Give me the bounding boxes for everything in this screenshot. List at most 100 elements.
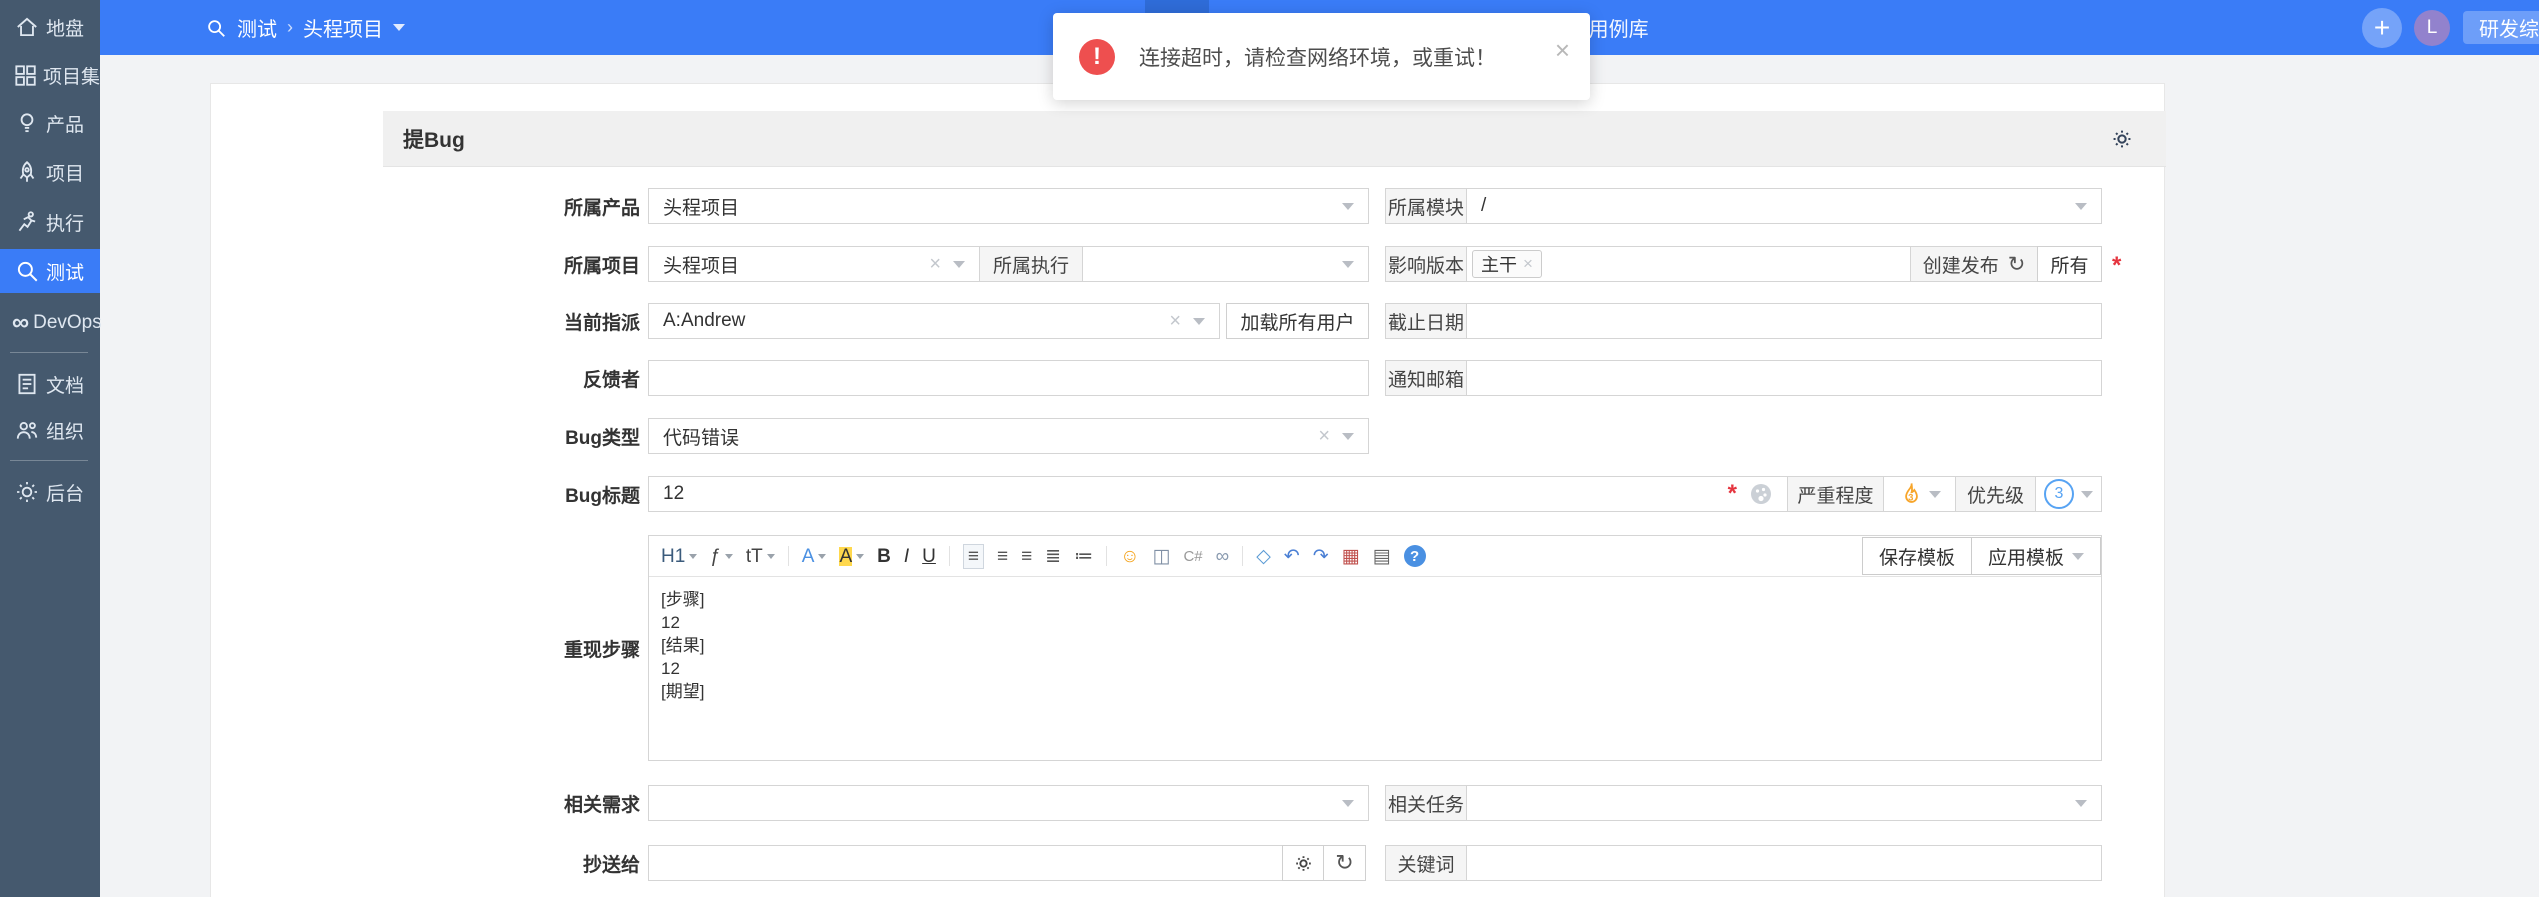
bold-icon[interactable]: B xyxy=(877,547,891,566)
text-color-icon[interactable]: A xyxy=(802,547,827,566)
document-icon[interactable]: ▤ xyxy=(1373,547,1391,566)
label-project: 所属项目 xyxy=(563,255,640,277)
project-rocket-icon xyxy=(12,159,42,185)
project-select[interactable]: 头程项目 × xyxy=(648,246,980,282)
product-select[interactable]: 头程项目 xyxy=(648,188,1369,224)
sidebar-item-qa[interactable]: 测试 xyxy=(0,249,100,293)
panel-settings-gear-icon[interactable] xyxy=(2111,128,2133,150)
clear-icon[interactable]: × xyxy=(929,254,941,274)
template-button-group: 保存模板 应用模板 xyxy=(1861,537,2101,575)
deadline-input[interactable] xyxy=(1466,303,2102,339)
font-family-icon[interactable]: ƒ xyxy=(710,547,733,566)
italic-icon[interactable]: I xyxy=(904,547,909,566)
severity-select[interactable]: 3 xyxy=(1883,476,1956,512)
align-left-icon[interactable]: ≡ xyxy=(962,543,984,569)
palette-icon[interactable] xyxy=(1749,482,1773,506)
chevron-down-icon[interactable] xyxy=(393,24,405,31)
link-icon[interactable]: ∞ xyxy=(1216,547,1230,566)
image-icon[interactable]: ◫ xyxy=(1153,547,1171,566)
devops-infinity-icon: ∞ xyxy=(12,309,30,336)
breadcrumb-module[interactable]: 测试 xyxy=(237,13,277,42)
steps-editor-content[interactable]: [步骤] 12 [结果] 12 [期望] xyxy=(649,578,2101,760)
steps-richtext-editor[interactable]: H1 ƒ tT A A B I U ≡ ≡ ≡ ≣ ≔ ☺ ◫ C# ∞ ◇ ↶ ↷ ▦ ▤? 保存模板 应用模板 [步骤… xyxy=(648,535,2102,761)
workbench-button[interactable]: 研发综合界面 xyxy=(2463,11,2539,44)
close-icon[interactable]: × xyxy=(1555,37,1570,63)
sidebar-item-home[interactable]: 地盘 xyxy=(0,5,100,49)
panel-title: 提Bug xyxy=(403,128,465,152)
sidebar-item-program[interactable]: 项目集 xyxy=(0,53,100,97)
execution-select[interactable] xyxy=(1082,246,1369,282)
align-right-icon[interactable]: ≡ xyxy=(1021,547,1032,566)
clear-icon[interactable]: × xyxy=(1169,311,1181,331)
sidebar-divider xyxy=(10,460,88,461)
create-release-button[interactable]: 创建发布 ↻ xyxy=(1910,246,2038,282)
table-icon[interactable]: ▦ xyxy=(1342,547,1360,566)
keywords-input[interactable] xyxy=(1466,845,2102,881)
chevron-down-icon xyxy=(1929,490,1941,498)
sidebar: 地盘 项目集 产品 项目 执行 测试 ∞ DevOps 文档 组织 后台 xyxy=(0,0,102,897)
notify-email-input[interactable] xyxy=(1466,360,2102,396)
eraser-icon[interactable]: ◇ xyxy=(1256,547,1271,566)
align-center-icon[interactable]: ≡ xyxy=(997,547,1008,566)
mailto-refresh-button[interactable]: ↻ xyxy=(1323,845,1366,881)
bug-title-input[interactable]: 12 * xyxy=(648,476,1788,512)
sidebar-item-project[interactable]: 项目 xyxy=(0,150,100,194)
sidebar-item-execution[interactable]: 执行 xyxy=(0,200,100,244)
undo-icon[interactable]: ↶ xyxy=(1284,547,1300,566)
label-related-story: 相关需求 xyxy=(563,794,640,816)
severity-flame-icon: 3 xyxy=(1905,482,1918,503)
label-module: 所属模块 xyxy=(1385,188,1467,224)
tag-close-icon[interactable]: × xyxy=(1523,254,1533,274)
chevron-down-icon xyxy=(856,553,865,559)
priority-select[interactable]: 3 xyxy=(2035,476,2102,512)
label-execution: 所属执行 xyxy=(979,246,1083,282)
avatar[interactable]: L xyxy=(2414,10,2450,46)
chevron-down-icon xyxy=(1342,260,1354,268)
load-all-users-button[interactable]: 加载所有用户 xyxy=(1226,303,1369,339)
code-icon[interactable]: C# xyxy=(1183,549,1202,564)
panel-header: 提Bug xyxy=(383,111,2166,167)
heading-icon[interactable]: H1 xyxy=(661,547,698,566)
module-select[interactable]: / xyxy=(1466,188,2102,224)
breadcrumb-project[interactable]: 头程项目 xyxy=(303,13,383,42)
clear-icon[interactable]: × xyxy=(1318,426,1330,446)
create-plus-button[interactable]: + xyxy=(2362,8,2402,48)
sidebar-item-devops[interactable]: ∞ DevOps xyxy=(0,301,102,345)
mailto-settings-button[interactable] xyxy=(1282,845,1324,881)
refresh-icon: ↻ xyxy=(1335,850,1354,875)
highlight-color-icon[interactable]: A xyxy=(839,546,865,566)
feedback-input[interactable] xyxy=(648,360,1369,396)
required-asterisk: * xyxy=(2112,252,2122,279)
chevron-down-icon xyxy=(2075,202,2087,210)
related-story-select[interactable] xyxy=(648,785,1369,821)
ordered-list-icon[interactable]: ≣ xyxy=(1045,547,1061,566)
label-assignee: 当前指派 xyxy=(563,312,640,334)
sidebar-item-org[interactable]: 组织 xyxy=(0,408,100,452)
toolbar-divider xyxy=(1106,546,1108,566)
related-task-select[interactable] xyxy=(1466,785,2102,821)
sidebar-item-admin[interactable]: 后台 xyxy=(0,470,100,514)
chevron-down-icon xyxy=(1342,799,1354,807)
affected-version-input[interactable]: 主干 × xyxy=(1466,246,1911,282)
label-priority: 优先级 xyxy=(1955,476,2036,512)
mailto-input[interactable] xyxy=(648,845,1283,881)
underline-icon[interactable]: U xyxy=(922,547,936,566)
sidebar-item-product[interactable]: 产品 xyxy=(0,101,100,145)
chevron-down-icon xyxy=(724,553,733,559)
redo-icon[interactable]: ↷ xyxy=(1313,547,1329,566)
all-versions-button[interactable]: 所有 xyxy=(2037,246,2102,282)
breadcrumb: 测试 › 头程项目 xyxy=(205,0,405,55)
apply-template-button[interactable]: 应用模板 xyxy=(1970,537,2101,575)
label-mailto: 抄送给 xyxy=(582,854,640,876)
sidebar-item-doc[interactable]: 文档 xyxy=(0,362,100,406)
assignee-select[interactable]: A:Andrew × xyxy=(648,303,1220,339)
search-icon xyxy=(208,19,225,37)
bug-type-select[interactable]: 代码错误 × xyxy=(648,418,1369,454)
save-template-button[interactable]: 保存模板 xyxy=(1861,537,1972,575)
unordered-list-icon[interactable]: ≔ xyxy=(1074,547,1093,566)
help-icon[interactable]: ? xyxy=(1403,545,1426,567)
home-icon xyxy=(12,14,42,40)
font-size-icon[interactable]: tT xyxy=(746,547,775,566)
refresh-icon[interactable]: ↻ xyxy=(2008,252,2026,277)
emoticon-icon[interactable]: ☺ xyxy=(1120,547,1139,566)
